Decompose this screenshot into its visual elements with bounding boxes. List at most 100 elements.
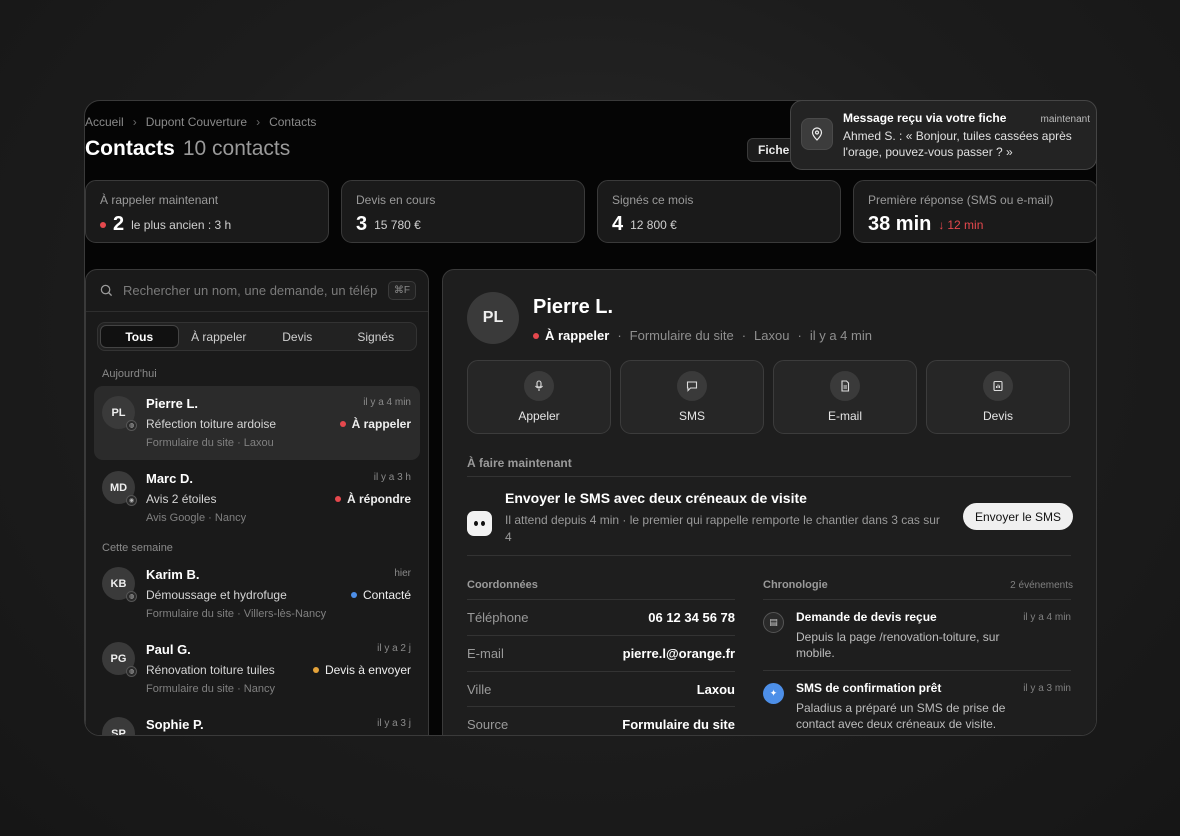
- city-value: Laxou: [696, 682, 735, 697]
- chronology-count: 2 événements: [1010, 580, 1073, 591]
- breadcrumb-contacts: Contacts: [269, 115, 317, 129]
- tab-tous[interactable]: Tous: [100, 325, 179, 348]
- stat-card-response-time[interactable]: Première réponse (SMS ou e-mail) 38 min …: [853, 180, 1096, 243]
- coord-key: Téléphone: [467, 610, 529, 625]
- divider: [763, 599, 1071, 600]
- contact-source: Formulaire du site · Villers-lès-Nancy: [146, 608, 327, 620]
- chronology-item: ▤ Demande de devis reçue Depuis la page …: [763, 610, 1071, 661]
- shortcut-badge: ⌘F: [387, 281, 416, 300]
- avatar: PL: [467, 292, 519, 344]
- toast-time: maintenant: [1040, 114, 1090, 125]
- stat-label: Première réponse (SMS ou e-mail): [868, 193, 1054, 207]
- separator: ·: [617, 328, 622, 343]
- status-dot: [334, 496, 341, 502]
- stat-sub: le plus ancien : 3 h: [131, 217, 232, 232]
- coord-row-city: Ville Laxou: [467, 672, 735, 707]
- coord-key: Source: [467, 717, 509, 732]
- detail-source: Formulaire du site: [629, 328, 734, 343]
- detail-time: il y a 4 min: [809, 328, 872, 343]
- stat-label: Devis en cours: [356, 193, 436, 207]
- status-badge: À répondre: [334, 492, 411, 506]
- search-icon: [100, 284, 113, 297]
- avatar: SP: [102, 717, 135, 735]
- list-item[interactable]: SP Sophie P. il y a 3 j: [94, 707, 420, 735]
- detail-city: Laxou: [754, 328, 790, 343]
- status-badge: Contacté: [350, 588, 411, 602]
- stat-sub: 12 min: [947, 217, 984, 232]
- search-bar: ⌘F: [86, 270, 428, 312]
- divider: [763, 670, 1071, 671]
- avatar: PG ◍: [102, 642, 137, 677]
- todo-title: Envoyer le SMS avec deux créneaux de vis…: [505, 490, 807, 506]
- contact-detail-panel: PL Pierre L. À rappeler · Formulaire du …: [442, 269, 1096, 735]
- coord-row-email: E-mail pierre.l@orange.fr: [467, 636, 735, 671]
- avatar: KB ◍: [102, 567, 137, 602]
- breadcrumb-accueil[interactable]: Accueil: [85, 115, 124, 129]
- stat-card-signed[interactable]: Signés ce mois 4 12 800 €: [597, 180, 841, 243]
- tab-devis[interactable]: Devis: [259, 325, 336, 348]
- tab-signes[interactable]: Signés: [338, 325, 415, 348]
- chronology-item: ✦ SMS de confirmation prêt Paladius a pr…: [763, 681, 1071, 732]
- event-description: Depuis la page /renovation-toiture, sur …: [796, 630, 1000, 660]
- contact-source: Formulaire du site · Nancy: [146, 683, 275, 695]
- call-button[interactable]: Appeler: [467, 360, 611, 434]
- sparkle-icon: ✦: [763, 683, 784, 704]
- stat-card-callback[interactable]: À rappeler maintenant 2 le plus ancien :…: [85, 180, 329, 243]
- globe-icon: ◍: [126, 666, 137, 677]
- quote-button[interactable]: Devis: [926, 360, 1070, 434]
- todo-section-label: À faire maintenant: [467, 456, 572, 470]
- contact-source: Formulaire du site · Laxou: [146, 437, 274, 449]
- location-pin-icon: [801, 118, 833, 150]
- notification-toast[interactable]: Message reçu via votre fiche maintenant …: [790, 100, 1097, 170]
- email-button[interactable]: E-mail: [773, 360, 917, 434]
- chevron-right-icon: ›: [256, 115, 261, 129]
- action-label: E-mail: [827, 409, 862, 423]
- breadcrumb: Accueil › Dupont Couverture › Contacts: [85, 115, 316, 129]
- contact-time: il y a 3 h: [373, 472, 411, 483]
- status-dot: [312, 667, 319, 673]
- stat-sub: 12 800 €: [630, 217, 677, 232]
- contact-time: il y a 4 min: [363, 397, 411, 408]
- location-pin-icon: ◉: [126, 495, 137, 506]
- stat-value: 4: [612, 213, 624, 235]
- contact-name: Marc D.: [146, 471, 193, 486]
- status-badge: Devis à envoyer: [312, 663, 411, 677]
- email-value[interactable]: pierre.l@orange.fr: [623, 646, 735, 661]
- coord-key: Ville: [467, 682, 492, 697]
- detail-name: Pierre L.: [533, 296, 614, 318]
- arrow-down-icon: ↓: [938, 217, 945, 232]
- globe-icon: ◍: [126, 591, 137, 602]
- event-time: il y a 4 min: [1023, 612, 1071, 623]
- list-item[interactable]: PG ◍ Paul G. il y a 2 j Rénovation toitur…: [94, 632, 420, 706]
- section-week: Cette semaine: [102, 542, 173, 554]
- globe-icon: ◍: [126, 420, 137, 431]
- phone-value[interactable]: 06 12 34 56 78: [648, 610, 735, 625]
- separator: ·: [741, 328, 747, 343]
- list-item[interactable]: PL ◍ Pierre L. il y a 4 min Réfection toi…: [94, 386, 420, 460]
- section-today: Aujourd'hui: [102, 368, 157, 380]
- send-sms-button[interactable]: Envoyer le SMS: [963, 503, 1074, 530]
- action-label: Appeler: [518, 409, 560, 423]
- coordinates-label: Coordonnées: [467, 579, 538, 591]
- contact-name: Paul G.: [146, 642, 191, 657]
- avatar: PL ◍: [102, 396, 137, 431]
- todo-description: Il attend depuis 4 min · le premier qui …: [505, 513, 940, 544]
- avatar: MD ◉: [102, 471, 137, 506]
- bar-chart-icon: [983, 371, 1013, 401]
- document-icon: [830, 371, 860, 401]
- contact-source: Avis Google · Nancy: [146, 512, 247, 524]
- chevron-right-icon: ›: [132, 115, 137, 129]
- tab-a-rappeler[interactable]: À rappeler: [181, 325, 258, 348]
- coord-row-phone: Téléphone 06 12 34 56 78: [467, 600, 735, 635]
- filter-tabs: Tous À rappeler Devis Signés: [97, 322, 417, 351]
- stat-sub: 15 780 €: [374, 217, 421, 232]
- list-item[interactable]: MD ◉ Marc D. il y a 3 h Avis 2 étoiles À …: [94, 461, 420, 535]
- stat-card-quotes[interactable]: Devis en cours 3 15 780 €: [341, 180, 585, 243]
- search-input[interactable]: [123, 283, 378, 298]
- status-dot: [533, 332, 539, 339]
- list-item[interactable]: KB ◍ Karim B. hier Démoussage et hydrofug…: [94, 557, 420, 631]
- breadcrumb-company[interactable]: Dupont Couverture: [146, 115, 247, 129]
- action-buttons: Appeler SMS E-mail Devis: [467, 360, 1070, 434]
- contact-time: il y a 3 j: [377, 718, 411, 729]
- sms-button[interactable]: SMS: [620, 360, 764, 434]
